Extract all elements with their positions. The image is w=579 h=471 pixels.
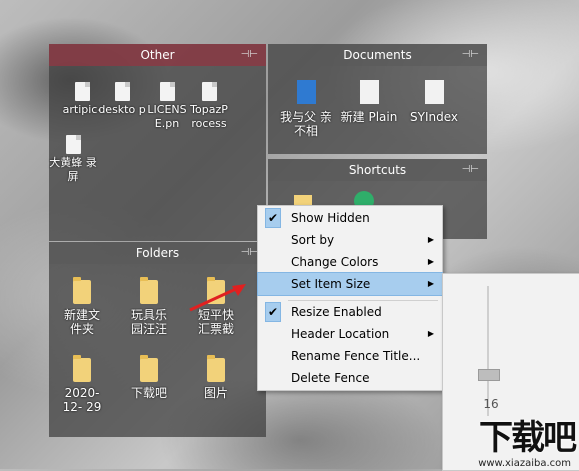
- submenu-arrow-icon: ▶: [427, 257, 434, 266]
- fence-folders[interactable]: Folders ⊣⊢ 新建文 件夹 玩具乐 园汪汪 短平快 汇票截 2020-1…: [49, 242, 266, 437]
- menu-item-sort-by[interactable]: Sort by ▶: [258, 229, 442, 251]
- pin-icon[interactable]: ⊣⊢: [241, 44, 258, 66]
- item-size-value: 16: [483, 397, 499, 411]
- desktop-item[interactable]: 我与父 亲不相: [276, 80, 336, 152]
- menu-item-show-hidden[interactable]: ✔ Show Hidden: [258, 207, 442, 229]
- menu-item-change-colors[interactable]: Change Colors ▶: [258, 251, 442, 273]
- menu-item-delete-fence[interactable]: Delete Fence: [258, 367, 442, 389]
- file-icon: [74, 82, 90, 101]
- folder-item[interactable]: 下载吧: [125, 355, 173, 402]
- fence-header-folders[interactable]: Folders ⊣⊢: [49, 242, 266, 264]
- fence-documents[interactable]: Documents ⊣⊢ 我与父 亲不相 新建 Plain SYIndex: [268, 44, 487, 154]
- submenu-arrow-icon: ▶: [427, 235, 434, 244]
- fence-title-folders: Folders: [135, 246, 180, 260]
- folder-item[interactable]: 图片: [192, 355, 240, 402]
- fence-other[interactable]: Other ⊣⊢ artipic-app... deskto p LICENS …: [49, 44, 266, 241]
- desktop-item[interactable]: 大黄蜂 录屏: [44, 135, 102, 184]
- file-icon: [201, 82, 217, 101]
- fence-title-shortcuts: Shortcuts: [348, 163, 407, 177]
- fence-title-other: Other: [140, 48, 175, 62]
- pin-icon[interactable]: ⊣⊢: [241, 242, 258, 264]
- desktop-item[interactable]: 新建 Plain: [339, 80, 399, 140]
- fence-header-documents[interactable]: Documents ⊣⊢: [268, 44, 487, 66]
- folder-icon: [207, 355, 225, 382]
- menu-item-rename-fence-title[interactable]: Rename Fence Title...: [258, 345, 442, 367]
- file-icon: [159, 82, 175, 101]
- folder-item[interactable]: 新建文 件夹: [58, 277, 106, 338]
- desktop-item[interactable]: TopazP rocess: [180, 82, 238, 131]
- file-icon: [424, 80, 444, 104]
- folder-item[interactable]: 2020-12- 29: [58, 355, 106, 416]
- submenu-arrow-icon: ▶: [427, 279, 434, 288]
- file-icon: [65, 135, 81, 154]
- annotation-arrow-icon: [189, 284, 246, 312]
- watermark-logo: 下载吧: [479, 418, 577, 458]
- folder-item[interactable]: 玩具乐 园汪汪: [125, 277, 173, 338]
- fence-header-shortcuts[interactable]: Shortcuts ⊣⊢: [268, 159, 487, 181]
- file-icon: [359, 80, 379, 104]
- pin-icon[interactable]: ⊣⊢: [462, 44, 479, 66]
- check-icon: ✔: [265, 208, 281, 228]
- word-document-icon: [296, 80, 316, 104]
- watermark-url: www.xiazaiba.com: [478, 458, 571, 469]
- check-icon: ✔: [265, 302, 281, 322]
- menu-item-set-item-size[interactable]: Set Item Size ▶: [257, 272, 443, 296]
- submenu-arrow-icon: ▶: [427, 329, 434, 338]
- folder-icon: [140, 277, 158, 304]
- menu-item-header-location[interactable]: Header Location ▶: [258, 323, 442, 345]
- fence-header-other[interactable]: Other ⊣⊢: [49, 44, 266, 66]
- folder-icon: [73, 355, 91, 382]
- fence-title-documents: Documents: [343, 48, 412, 62]
- context-menu: ✔ Show Hidden Sort by ▶ Change Colors ▶ …: [257, 205, 443, 391]
- folder-icon: [73, 277, 91, 304]
- folder-icon: [140, 355, 158, 382]
- item-size-slider-thumb[interactable]: [478, 369, 500, 381]
- pin-icon[interactable]: ⊣⊢: [462, 159, 479, 181]
- menu-item-resize-enabled[interactable]: ✔ Resize Enabled: [258, 301, 442, 323]
- file-icon: [114, 82, 130, 101]
- desktop-item[interactable]: SYIndex: [404, 80, 464, 126]
